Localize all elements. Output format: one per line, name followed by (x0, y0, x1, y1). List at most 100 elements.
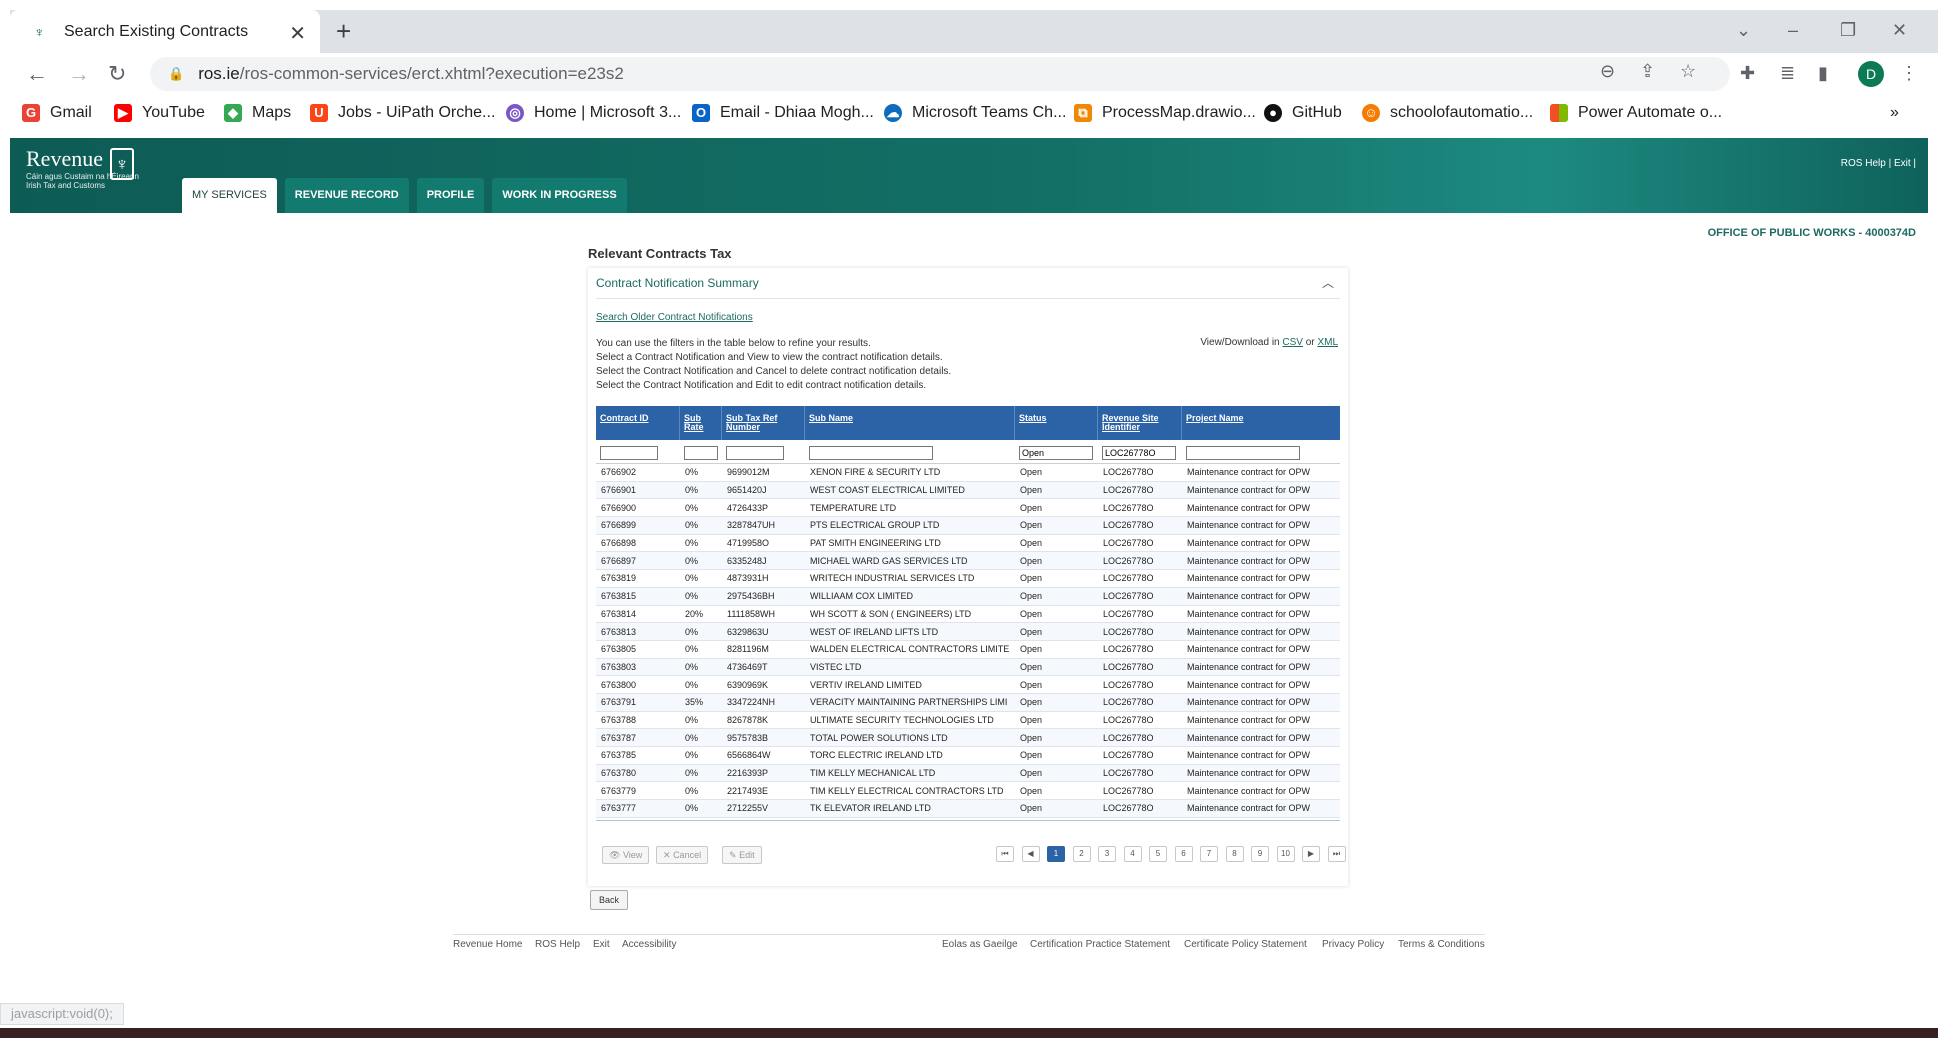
restore-icon[interactable]: ❐ (1840, 20, 1856, 41)
filter-sub-name[interactable] (809, 445, 933, 460)
page-3[interactable]: 3 (1098, 846, 1116, 862)
bookmark-school[interactable]: ☺ schoolofautomatio... (1362, 104, 1533, 122)
footer-terms[interactable]: Terms & Conditions (1398, 939, 1485, 950)
side-panel-icon[interactable]: ▮ (1818, 63, 1828, 84)
prev-page-icon[interactable]: ◀ (1021, 846, 1040, 862)
page-10[interactable]: 10 (1276, 846, 1295, 862)
bookmark-teams[interactable]: ☁ Microsoft Teams Ch... (884, 104, 1066, 122)
first-page-icon[interactable]: ⏮ (996, 846, 1014, 862)
table-row[interactable]: 6766897 0% 6335248J MICHAEL WARD GAS SERVIC… (596, 552, 1340, 571)
filter-project-name[interactable] (1186, 445, 1300, 460)
table-row[interactable]: 6763785 0% 6566864W TORC ELECTRIC IRELAND L… (596, 747, 1340, 765)
tab-work-in-progress[interactable]: WORK IN PROGRESS (492, 178, 627, 213)
header-links[interactable]: ROS Help | Exit | (1841, 158, 1916, 169)
bookmark-drawio[interactable]: ⧉ ProcessMap.drawio... (1074, 104, 1256, 122)
table-row[interactable]: 6763819 0% 4873931H WRITECH INDUSTRIAL SERV… (596, 570, 1340, 588)
back-arrow-icon[interactable]: ← (26, 61, 48, 87)
csv-link[interactable]: CSV (1282, 337, 1303, 348)
footer-exit[interactable]: Exit (593, 939, 610, 950)
search-older-link[interactable]: Search Older Contract Notifications (596, 312, 753, 323)
page-5[interactable]: 5 (1149, 846, 1167, 862)
table-row[interactable]: 6763777 0% 2712255V TK ELEVATOR IRELAND LTD… (596, 800, 1340, 818)
edit-button[interactable]: ✎ Edit (722, 846, 762, 864)
page-7[interactable]: 7 (1200, 846, 1218, 862)
tab-search-icon[interactable]: ⌄ (1736, 20, 1751, 41)
back-button[interactable]: Back (590, 890, 629, 910)
table-row[interactable]: 6763803 0% 4736469T VISTEC LTD Open LOC26778O… (596, 658, 1340, 677)
page-6[interactable]: 6 (1174, 846, 1193, 862)
col-contract-id[interactable]: Contract ID (596, 406, 680, 440)
zoom-icon[interactable]: ⊖ (1600, 61, 1615, 82)
close-tab-icon[interactable]: ✕ (289, 21, 306, 46)
footer-ros-help[interactable]: ROS Help (535, 939, 580, 950)
cancel-button[interactable]: ✕ Cancel (656, 846, 709, 864)
menu-kebab-icon[interactable]: ⋮ (1900, 63, 1918, 84)
col-sub-rate[interactable]: Sub Rate (680, 406, 722, 440)
table-row[interactable]: 6763787 0% 9575783B TOTAL POWER SOLUTIONS L… (596, 729, 1340, 747)
col-sub-name[interactable]: Sub Name (805, 406, 1015, 440)
bookmark-github[interactable]: ● GitHub (1264, 104, 1342, 122)
filter-status[interactable] (1019, 445, 1093, 460)
bookmark-outlook[interactable]: O Email - Dhiaa Mogh... (692, 104, 874, 122)
filter-sub-rate[interactable] (684, 445, 718, 460)
table-row[interactable]: 6766902 0% 9699012M XENON FIRE & SECURITY L… (596, 464, 1340, 482)
bookmark-gmail[interactable]: G Gmail (22, 104, 92, 122)
bookmark-star-icon[interactable]: ☆ (1680, 61, 1696, 82)
new-tab-icon[interactable]: + (336, 16, 351, 47)
page-4[interactable]: 4 (1123, 846, 1142, 862)
bookmark-youtube[interactable]: ▶ YouTube (114, 104, 205, 122)
tab-my-services[interactable]: MY SERVICES (182, 178, 277, 226)
xml-link[interactable]: XML (1317, 337, 1338, 348)
table-row[interactable]: 6763780 0% 2216393P TIM KELLY MECHANICAL LT… (596, 764, 1340, 783)
table-row[interactable]: 6763788 0% 8267878K ULTIMATE SECURITY TECHN… (596, 712, 1340, 730)
table-row[interactable]: 6766901 0% 9651420J WEST COAST ELECTRICAL L… (596, 481, 1340, 500)
page-1[interactable]: 1 (1047, 846, 1065, 862)
minimize-icon[interactable]: – (1788, 20, 1798, 41)
page-2[interactable]: 2 (1072, 846, 1091, 862)
footer-eolas[interactable]: Eolas as Gaeilge (942, 939, 1018, 950)
reload-icon[interactable]: ↻ (108, 61, 126, 87)
bookmark-maps[interactable]: ◆ Maps (224, 104, 291, 122)
filter-revenue-site[interactable] (1102, 445, 1176, 460)
table-row[interactable]: 6763805 0% 8281196M WALDEN ELECTRICAL CONTR… (596, 641, 1340, 659)
table-row[interactable]: 6766899 0% 3287847UH PTS ELECTRICAL GROUP L… (596, 517, 1340, 535)
page-8[interactable]: 8 (1225, 846, 1244, 862)
extensions-icon[interactable]: ✚ (1740, 63, 1755, 84)
lock-icon[interactable]: 🔒 (168, 66, 184, 82)
close-window-icon[interactable]: ✕ (1892, 20, 1907, 41)
last-page-icon[interactable]: ⏭ (1327, 846, 1346, 862)
table-row[interactable]: 6766898 0% 4719958O PAT SMITH ENGINEERING L… (596, 535, 1340, 553)
next-page-icon[interactable]: ▶ (1302, 846, 1320, 862)
col-revenue-site[interactable]: Revenue Site Identifier (1098, 406, 1182, 440)
table-row[interactable]: 6763814 20% 1111858WH WH SCOTT & SON ( ENGI… (596, 606, 1340, 624)
bookmark-power-automate[interactable]: Power Automate o... (1550, 104, 1722, 122)
media-queue-icon[interactable]: ≣ (1780, 63, 1795, 84)
col-status[interactable]: Status (1015, 406, 1098, 440)
tab-revenue-record[interactable]: REVENUE RECORD (284, 178, 409, 213)
bookmark-uipath[interactable]: U Jobs - UiPath Orche... (310, 104, 495, 122)
col-project-name[interactable]: Project Name (1182, 406, 1340, 440)
footer-cert-policy[interactable]: Certificate Policy Statement (1184, 939, 1307, 950)
table-row[interactable]: 6763815 0% 2975436BH WILLIAAM COX LIMITED Op… (596, 587, 1340, 606)
browser-tab[interactable]: ♆ Search Existing Contracts ✕ (10, 10, 320, 53)
bookmark-microsoft365[interactable]: ◎ Home | Microsoft 3... (506, 104, 681, 122)
more-bookmarks-icon[interactable]: » (1890, 104, 1899, 122)
share-icon[interactable]: ⇪ (1640, 61, 1655, 82)
table-row[interactable]: 6763813 0% 6329863U WEST OF IRELAND LIFTS L… (596, 623, 1340, 641)
footer-accessibility[interactable]: Accessibility (622, 939, 676, 950)
filter-contract-id[interactable] (600, 445, 658, 460)
footer-cps[interactable]: Certification Practice Statement (1030, 939, 1170, 950)
tab-profile[interactable]: PROFILE (416, 178, 485, 213)
table-row[interactable]: 6763791 35% 3347224NH VERACITY MAINTAINING … (596, 693, 1340, 712)
footer-privacy[interactable]: Privacy Policy (1322, 939, 1384, 950)
col-sub-tax-ref[interactable]: Sub Tax Ref Number (722, 406, 805, 440)
view-button[interactable]: 👁 View (602, 846, 650, 864)
footer-revenue-home[interactable]: Revenue Home (453, 939, 522, 950)
page-9[interactable]: 9 (1251, 846, 1269, 862)
collapse-chevron-icon[interactable]: ︿ (1322, 274, 1334, 291)
forward-arrow-icon[interactable]: → (68, 61, 90, 87)
profile-avatar[interactable]: D (1858, 61, 1884, 87)
filter-sub-tax-ref[interactable] (726, 445, 784, 460)
table-row[interactable]: 6763779 0% 2217493E TIM KELLY ELECTRICAL CO… (596, 782, 1340, 801)
table-row[interactable]: 6763800 0% 6390969K VERTIV IRELAND LIMITED O… (596, 676, 1340, 694)
